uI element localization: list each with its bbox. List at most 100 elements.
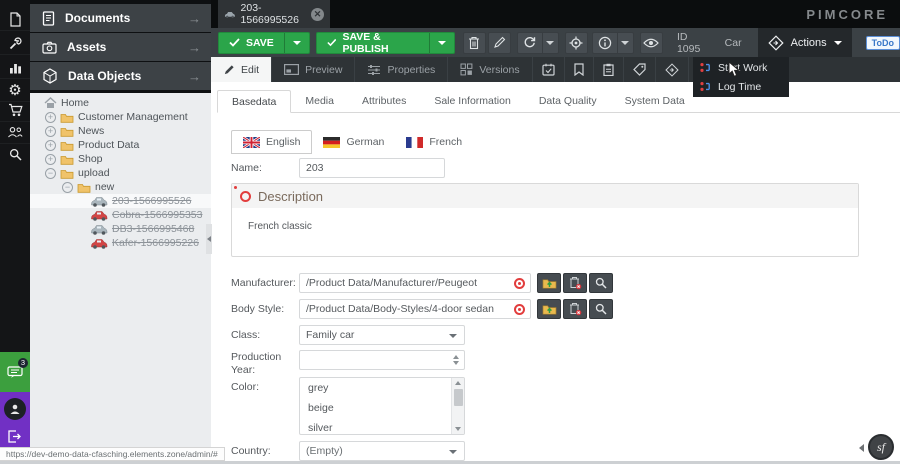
menu-item-log-time[interactable]: Log Time (693, 77, 789, 96)
menu-item-start-work[interactable]: Start Work (693, 58, 789, 77)
body-style-input[interactable]: /Product Data/Body-Styles/4-door sedan (299, 299, 531, 319)
info-dropdown[interactable] (617, 32, 634, 54)
status-url-tooltip: https://dev-demo-data-cfasching.elements… (0, 447, 225, 461)
profiler-collapse-icon[interactable] (859, 444, 864, 452)
car-icon (224, 10, 236, 19)
tree-item-new[interactable]: new (30, 180, 211, 194)
tab-data-quality[interactable]: Data Quality (525, 90, 611, 112)
car-icon (90, 224, 108, 235)
locate-in-tree-button[interactable] (565, 32, 588, 54)
folder-icon (60, 140, 74, 151)
pimcore-wordmark: PIMCORE (806, 7, 900, 22)
tab-workflow[interactable] (656, 57, 689, 82)
search-icon (9, 148, 22, 161)
listbox-scrollbar[interactable] (451, 378, 464, 434)
tab-sale-information[interactable]: Sale Information (420, 90, 524, 112)
body-style-search-button[interactable] (589, 299, 613, 319)
manufacturer-search-button[interactable] (589, 273, 613, 293)
manufacturer-open-button[interactable] (537, 273, 561, 293)
body-style-clear-button[interactable] (563, 299, 587, 319)
scroll-up-icon[interactable] (455, 381, 461, 385)
chat-button[interactable]: 3 (0, 352, 30, 392)
tab-properties[interactable]: Properties (355, 57, 448, 82)
tree-item-customer-management[interactable]: Customer Management (30, 110, 211, 124)
car-icon (90, 196, 108, 207)
reload-button[interactable] (517, 32, 542, 54)
rename-button[interactable] (488, 32, 511, 54)
accordion-assets[interactable]: Assets → (30, 33, 211, 61)
manufacturer-input[interactable]: /Product Data/Manufacturer/Peugeot (299, 273, 531, 293)
avatar[interactable] (4, 398, 26, 420)
lang-tab-german[interactable]: German (312, 130, 395, 154)
description-editor[interactable]: French classic (232, 208, 858, 232)
close-icon[interactable]: ✕ (311, 8, 324, 21)
tree-item-kafer[interactable]: Kafer-1566995226 (30, 236, 211, 250)
tree-item-cobra[interactable]: Cobra-1566995353 (30, 208, 211, 222)
tab-media[interactable]: Media (291, 90, 348, 112)
tab-schedule[interactable] (533, 57, 565, 82)
tab-edit[interactable]: Edit (211, 57, 272, 82)
expand-icon[interactable] (45, 154, 56, 165)
tree-item-shop[interactable]: Shop (30, 152, 211, 166)
tree-item-product-data[interactable]: Product Data (30, 138, 211, 152)
scroll-down-icon[interactable] (455, 427, 461, 431)
save-publish-button[interactable]: SAVE & PUBLISH (316, 32, 455, 54)
info-button[interactable] (592, 32, 617, 54)
expand-icon[interactable] (45, 126, 56, 137)
tab-attributes[interactable]: Attributes (348, 90, 420, 112)
documents-shortcut-button[interactable] (0, 8, 30, 31)
save-button[interactable]: SAVE (218, 32, 310, 54)
collapse-icon[interactable] (45, 168, 56, 179)
tab-dependencies[interactable] (565, 57, 594, 82)
manufacturer-clear-button[interactable] (563, 273, 587, 293)
color-option-beige[interactable]: beige (300, 398, 464, 418)
production-year-input[interactable] (299, 350, 465, 370)
tree-item-db3[interactable]: DB3-1566995468 (30, 222, 211, 236)
tab-preview[interactable]: Preview (272, 57, 355, 82)
delete-button[interactable] (463, 32, 486, 54)
tree-item-news[interactable]: News (30, 124, 211, 138)
number-spinner[interactable] (448, 352, 463, 368)
scroll-thumb[interactable] (454, 389, 463, 406)
reload-dropdown[interactable] (542, 32, 559, 54)
collapse-icon[interactable] (62, 182, 73, 193)
tree-item-upload[interactable]: upload (30, 166, 211, 180)
search-button[interactable] (0, 143, 30, 166)
accordion-data-objects[interactable]: Data Objects → (30, 62, 211, 90)
workflow-diamond-icon (768, 35, 784, 51)
panel-collapse-handle[interactable] (206, 224, 212, 254)
actions-button[interactable]: Actions (758, 28, 852, 57)
language-tab-bar: English German French (231, 130, 473, 154)
users-button[interactable] (0, 121, 30, 144)
workflow-status-badge: ToDo (866, 36, 900, 50)
accordion-documents[interactable]: Documents → (30, 4, 211, 32)
tab-basedata[interactable]: Basedata (217, 90, 291, 113)
check-icon (327, 38, 337, 47)
name-input[interactable]: 203 (299, 158, 445, 178)
arrow-right-icon: → (188, 40, 201, 55)
tab-tags[interactable] (624, 57, 656, 82)
open-preview-button[interactable] (640, 32, 663, 54)
expand-icon[interactable] (45, 140, 56, 151)
color-option-silver[interactable]: silver (300, 418, 464, 435)
tab-versions[interactable]: Versions (448, 57, 532, 82)
symfony-profiler-badge[interactable]: sf (868, 434, 894, 460)
color-option-grey[interactable]: grey (300, 378, 464, 398)
lang-tab-french[interactable]: French (395, 130, 473, 154)
lang-tab-english[interactable]: English (231, 130, 312, 154)
country-select[interactable]: (Empty) (299, 441, 465, 461)
class-select[interactable]: Family car (299, 325, 465, 345)
body-style-open-button[interactable] (537, 299, 561, 319)
tools-button[interactable] (0, 32, 30, 55)
open-object-tab[interactable]: 203-1566995526 ✕ (218, 0, 330, 28)
save-dropdown[interactable] (284, 33, 309, 53)
ecommerce-button[interactable] (0, 99, 30, 122)
save-publish-dropdown[interactable] (429, 33, 454, 53)
gear-icon: ⚙ (8, 83, 21, 98)
expand-icon[interactable] (45, 112, 56, 123)
tree-item-home[interactable]: Home (30, 96, 211, 110)
tab-system-data[interactable]: System Data (611, 90, 699, 112)
reports-button[interactable] (0, 56, 30, 79)
tab-notes[interactable] (594, 57, 624, 82)
tree-item-203[interactable]: 203-1566995526 (30, 194, 211, 208)
